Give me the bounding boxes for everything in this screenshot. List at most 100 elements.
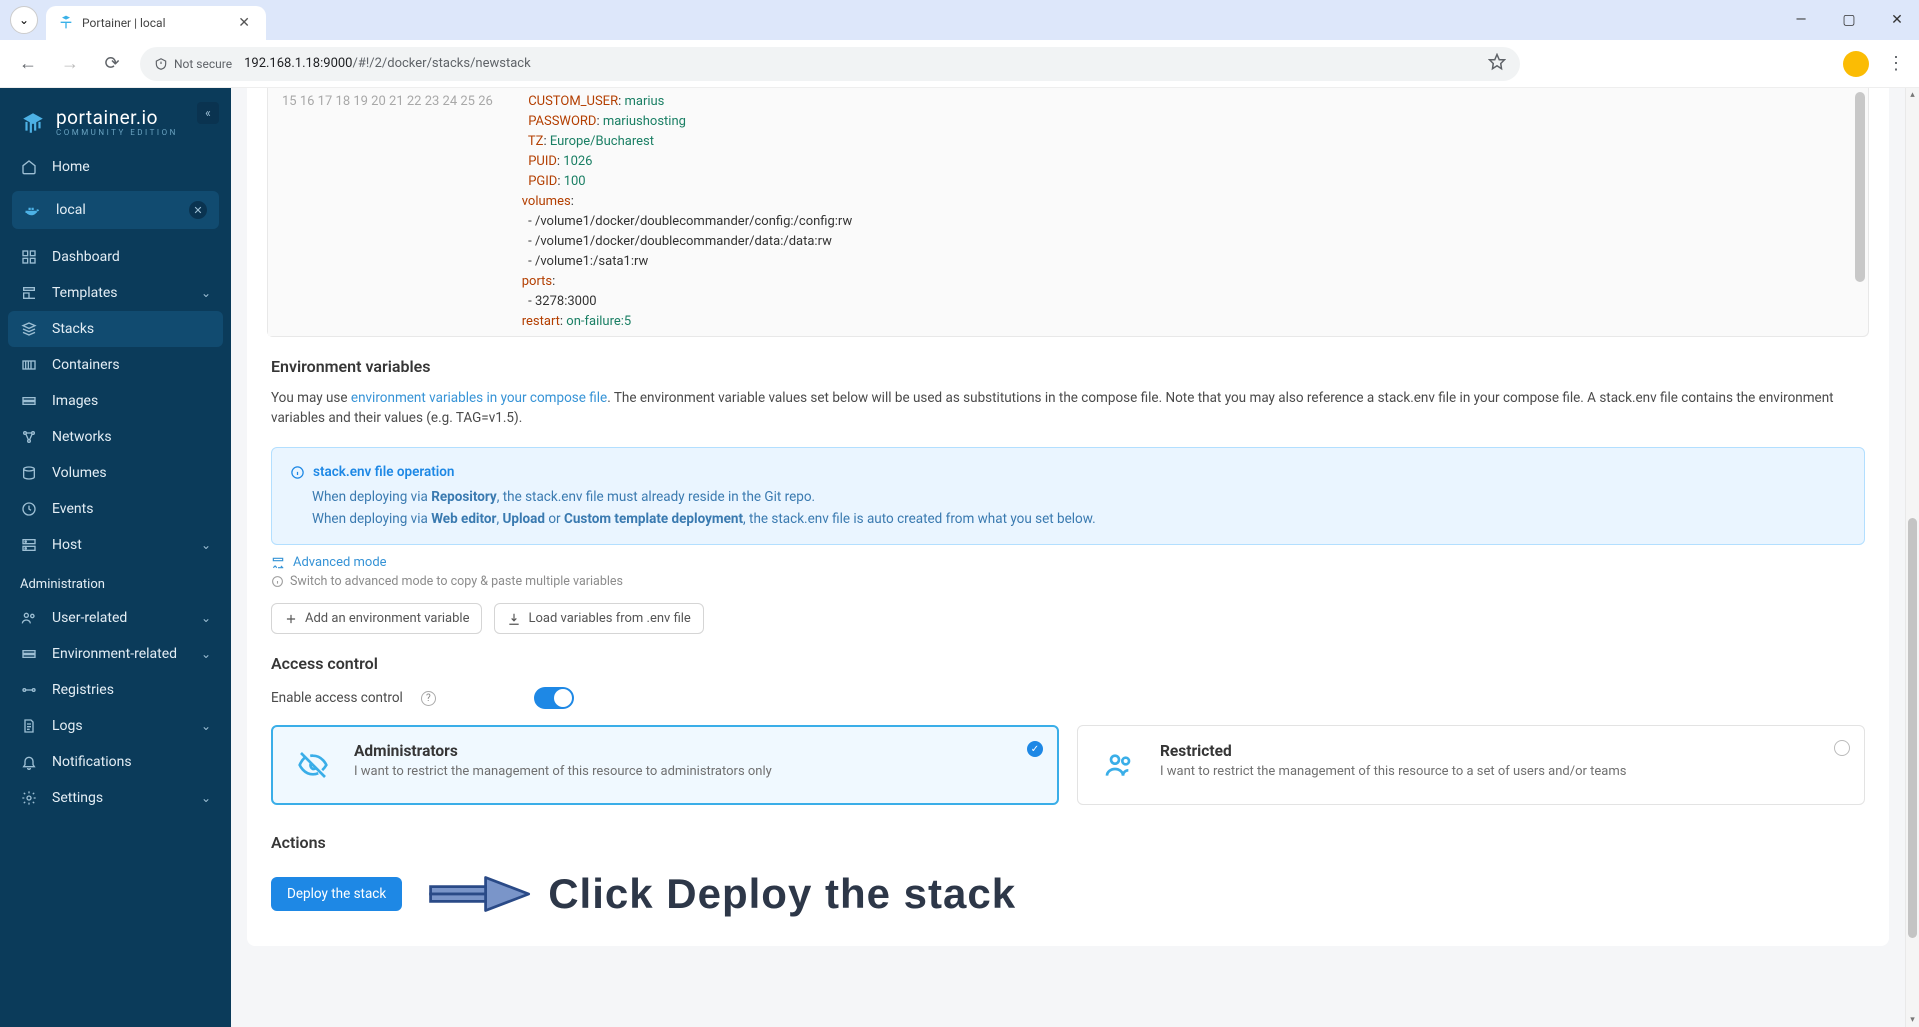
advanced-mode-link[interactable]: Advanced mode — [271, 555, 1865, 570]
eye-off-icon — [290, 742, 336, 788]
annotation-text: Click Deploy the stack — [548, 870, 1016, 918]
info-title: stack.env file operation — [290, 462, 1846, 484]
brand-title: portainer.io — [56, 108, 178, 127]
access-administrators-card[interactable]: Administrators I want to restrict the ma… — [271, 725, 1059, 805]
back-button[interactable]: ← — [14, 50, 42, 78]
sidebar-item-label: Stacks — [52, 321, 94, 337]
arrow-left-icon — [426, 866, 536, 922]
sidebar-item-events[interactable]: Events — [0, 491, 231, 527]
templates-icon — [20, 285, 38, 301]
compose-editor[interactable]: 15 16 17 18 19 20 21 22 23 24 25 26 CUST… — [267, 88, 1869, 337]
sidebar-item-templates[interactable]: Templates⌄ — [0, 275, 231, 311]
add-env-variable-button[interactable]: Add an environment variable — [271, 603, 482, 634]
editor-gutter: 15 16 17 18 19 20 21 22 23 24 25 26 — [268, 88, 509, 336]
help-icon[interactable]: ? — [421, 691, 436, 706]
radio-unchecked-icon — [1834, 740, 1850, 756]
chevron-down-icon: ⌄ — [201, 719, 211, 733]
environment-variables-section: Environment variables You may use enviro… — [247, 337, 1889, 634]
tab-close-icon[interactable]: ✕ — [234, 13, 254, 33]
environments-icon — [20, 646, 38, 662]
reload-button[interactable]: ⟳ — [98, 50, 126, 78]
sidebar-item-label: Notifications — [52, 754, 132, 770]
window-close-icon[interactable]: ✕ — [1885, 12, 1909, 28]
brand[interactable]: portainer.io COMMUNITY EDITION « — [0, 94, 231, 143]
portainer-logo-icon — [20, 110, 46, 136]
tab-search-button[interactable]: ⌄ — [10, 6, 38, 34]
home-icon — [20, 159, 38, 175]
sidebar-item-notifications[interactable]: Notifications — [0, 744, 231, 780]
sidebar-item-label: Volumes — [52, 465, 107, 481]
deploy-stack-button[interactable]: Deploy the stack — [271, 877, 402, 911]
logs-icon — [20, 718, 38, 734]
load-env-file-button[interactable]: Load variables from .env file — [494, 603, 703, 634]
window-minimize-icon[interactable]: — — [1789, 12, 1813, 28]
tutorial-annotation: Click Deploy the stack — [426, 866, 1016, 922]
sidebar-home-label: Home — [52, 159, 90, 175]
sidebar-item-dashboard[interactable]: Dashboard — [0, 239, 231, 275]
info-body: When deploying via Repository, the stack… — [290, 487, 1846, 530]
sidebar-item-stacks[interactable]: Stacks — [8, 311, 223, 347]
bookmark-star-icon[interactable] — [1488, 53, 1506, 75]
sidebar-item-user-related[interactable]: User-related⌄ — [0, 600, 231, 636]
forward-button[interactable]: → — [56, 50, 84, 78]
browser-menu-icon[interactable]: ⋮ — [1887, 53, 1905, 74]
users-icon — [20, 610, 38, 626]
env-title: Environment variables — [271, 357, 1865, 376]
sidebar-item-networks[interactable]: Networks — [0, 419, 231, 455]
sidebar-item-logs[interactable]: Logs ⌄ — [0, 708, 231, 744]
sidebar-item-host[interactable]: Host⌄ — [0, 527, 231, 563]
profile-avatar[interactable] — [1843, 51, 1869, 77]
sidebar-item-settings[interactable]: Settings⌄ — [0, 780, 231, 816]
sidebar-environment-label: local — [56, 202, 86, 218]
users-group-icon — [1096, 742, 1142, 788]
sidebar-admin-label: Administration — [0, 563, 231, 600]
host-icon — [20, 537, 38, 553]
sidebar-item-label: Host — [52, 537, 82, 553]
actions-title: Actions — [271, 833, 1865, 852]
chevron-down-icon: ⌄ — [201, 647, 211, 661]
access-title: Access control — [271, 654, 1865, 673]
editor-body[interactable]: CUSTOM_USER: marius PASSWORD: mariushost… — [509, 88, 852, 336]
admin-card-desc: I want to restrict the management of thi… — [354, 764, 772, 779]
sidebar-item-label: Settings — [52, 790, 103, 806]
env-doc-link[interactable]: environment variables in your compose fi… — [351, 390, 607, 406]
browser-tab[interactable]: Portainer | local ✕ — [46, 6, 266, 40]
portainer-favicon — [58, 15, 74, 31]
address-bar[interactable]: Not secure 192.168.1.18:9000/#!/2/docker… — [140, 47, 1520, 81]
sidebar-item-images[interactable]: Images — [0, 383, 231, 419]
scrollbar-thumb[interactable] — [1908, 518, 1917, 938]
sidebar-item-environment-related[interactable]: Environment-related ⌄ — [0, 636, 231, 672]
sidebar-item-containers[interactable]: Containers — [0, 347, 231, 383]
browser-toolbar: ← → ⟳ Not secure 192.168.1.18:9000/#!/2/… — [0, 40, 1919, 88]
url-text: 192.168.1.18:9000/#!/2/docker/stacks/new… — [244, 56, 531, 71]
window-controls: — ▢ ✕ — [1789, 12, 1909, 28]
access-control-toggle[interactable] — [534, 687, 574, 709]
security-indicator[interactable]: Not secure — [154, 57, 232, 71]
brand-subtitle: COMMUNITY EDITION — [56, 129, 178, 137]
chevron-down-icon: ⌄ — [201, 286, 211, 300]
sidebar-item-registries[interactable]: Registries — [0, 672, 231, 708]
sidebar-item-label: Environment-related — [52, 646, 177, 662]
security-label: Not secure — [174, 57, 232, 71]
main-scrollbar[interactable]: ▴ ▾ — [1905, 88, 1919, 1027]
browser-chrome: ⌄ Portainer | local ✕ — ▢ ✕ ← → ⟳ Not se… — [0, 0, 1919, 88]
docker-icon — [24, 201, 42, 219]
app-root: portainer.io COMMUNITY EDITION « Home lo… — [0, 88, 1919, 1027]
events-icon — [20, 501, 38, 517]
tab-strip: ⌄ Portainer | local ✕ — ▢ ✕ — [0, 0, 1919, 40]
sidebar-item-label: Logs — [52, 718, 83, 734]
sidebar-item-volumes[interactable]: Volumes — [0, 455, 231, 491]
stacks-icon — [20, 321, 38, 337]
sidebar-environment[interactable]: local ✕ — [12, 191, 219, 229]
sidebar-home[interactable]: Home — [0, 149, 231, 185]
sidebar-collapse-button[interactable]: « — [197, 102, 219, 124]
sidebar-item-label: User-related — [52, 610, 127, 626]
env-description: You may use environment variables in you… — [271, 388, 1865, 429]
access-restricted-card[interactable]: Restricted I want to restrict the manage… — [1077, 725, 1865, 805]
window-maximize-icon[interactable]: ▢ — [1837, 12, 1861, 28]
environment-close-icon[interactable]: ✕ — [189, 201, 207, 219]
sidebar-item-label: Images — [52, 393, 98, 409]
gear-icon — [20, 790, 38, 806]
editor-scrollbar-thumb[interactable] — [1855, 92, 1865, 282]
sidebar: portainer.io COMMUNITY EDITION « Home lo… — [0, 88, 231, 1027]
